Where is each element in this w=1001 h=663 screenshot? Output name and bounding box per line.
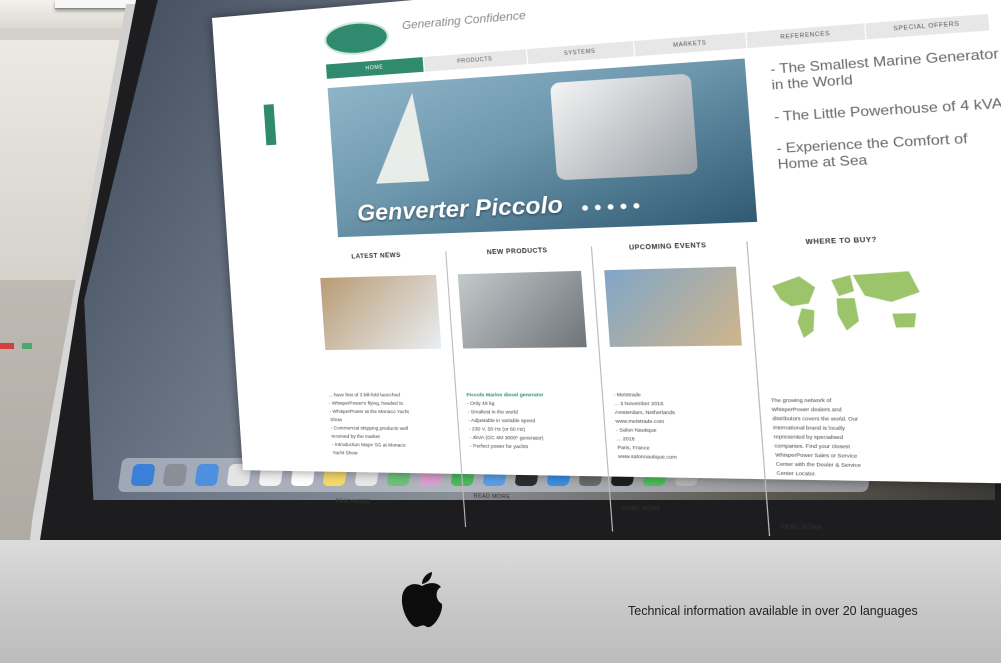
sailboat-image — [369, 91, 430, 184]
hero-bullet: - The Little Powerhouse of 4 kVA — [773, 95, 1001, 125]
nav-references[interactable]: REFERENCES — [746, 23, 867, 49]
column-title: WHERE TO BUY? — [805, 237, 878, 247]
browser-page: Generating Confidence HOME PRODUCTS SYST… — [212, 0, 1001, 537]
shelf-marker-green — [22, 343, 32, 349]
product-image[interactable] — [457, 270, 587, 349]
nav-home[interactable]: HOME — [325, 57, 426, 79]
site-tagline: Generating Confidence — [401, 9, 527, 33]
hero-bullet: - Experience the Comfort of Home at Sea — [775, 130, 969, 173]
imac-chin — [0, 540, 1001, 663]
event-image[interactable] — [604, 266, 742, 347]
column-title: UPCOMING EVENTS — [628, 242, 707, 252]
carousel-dot[interactable] — [633, 202, 640, 209]
product-line: - Only 49 kg — [466, 400, 495, 406]
carousel-dot[interactable] — [594, 204, 601, 211]
hero-bullet: - The Smallest Marine Generator in the W… — [769, 45, 1000, 93]
hero-banner[interactable]: Genverter Piccolo — [327, 58, 758, 238]
world-map-image[interactable] — [761, 261, 935, 345]
news-line[interactable]: Yacht Show — [332, 449, 449, 459]
launchpad-icon[interactable] — [162, 464, 188, 486]
shelf-marker-red — [0, 343, 14, 349]
social-side-tabs[interactable] — [263, 104, 277, 146]
new-products-column: NEW PRODUCTS Piccolo Marine diesel gener… — [456, 247, 598, 503]
where-to-buy-column: WHERE TO BUY? The growing network of Whi… — [759, 236, 950, 536]
latest-news-column: LATEST NEWS ... have first of 3 bill-fol… — [319, 252, 453, 508]
nav-markets[interactable]: MARKETS — [634, 32, 748, 57]
buy-line: Center Locator. — [776, 470, 817, 477]
event-line[interactable]: www.salonnautique.com — [618, 452, 751, 463]
product-heading[interactable]: Piccolo Marine diesel generator — [466, 391, 590, 400]
finder-icon[interactable] — [130, 464, 156, 486]
carousel-dot[interactable] — [581, 205, 589, 211]
event-line: - Metstrade — [613, 391, 642, 398]
nav-special-offers[interactable]: SPECIAL OFFERS — [864, 13, 991, 40]
caption-text: Technical information available in over … — [628, 604, 918, 618]
hero-bullets: - The Smallest Marine Generator in the W… — [770, 45, 1001, 188]
hero-title: Genverter Piccolo — [356, 190, 564, 227]
nav-products[interactable]: PRODUCTS — [424, 49, 528, 72]
safari-icon[interactable] — [194, 464, 220, 486]
generator-image — [549, 73, 699, 181]
column-title: LATEST NEWS — [351, 252, 402, 261]
nav-systems[interactable]: SYSTEMS — [526, 40, 636, 65]
column-title: NEW PRODUCTS — [486, 247, 548, 257]
carousel-dot[interactable] — [607, 204, 614, 210]
whisperpower-logo[interactable] — [323, 19, 391, 58]
carousel-dots[interactable] — [581, 202, 640, 211]
upcoming-events-column: UPCOMING EVENTS - Metstrade ... 3 Novemb… — [602, 242, 754, 515]
product-line: - Perfect power for yachts — [469, 443, 529, 450]
news-line[interactable]: ... have first of 3 bill-fold launched — [328, 391, 445, 399]
news-image[interactable] — [320, 274, 442, 350]
buy-line: The growing network of — [770, 397, 832, 404]
apple-logo-icon — [401, 572, 443, 628]
news-line[interactable]: - WhisperPower's flying, headed to — [329, 399, 446, 408]
news-line[interactable]: - WhisperPower at the Monaco Yacht — [329, 408, 446, 417]
carousel-dot[interactable] — [620, 203, 627, 210]
event-line: ... 3 November 2016 — [613, 400, 664, 407]
